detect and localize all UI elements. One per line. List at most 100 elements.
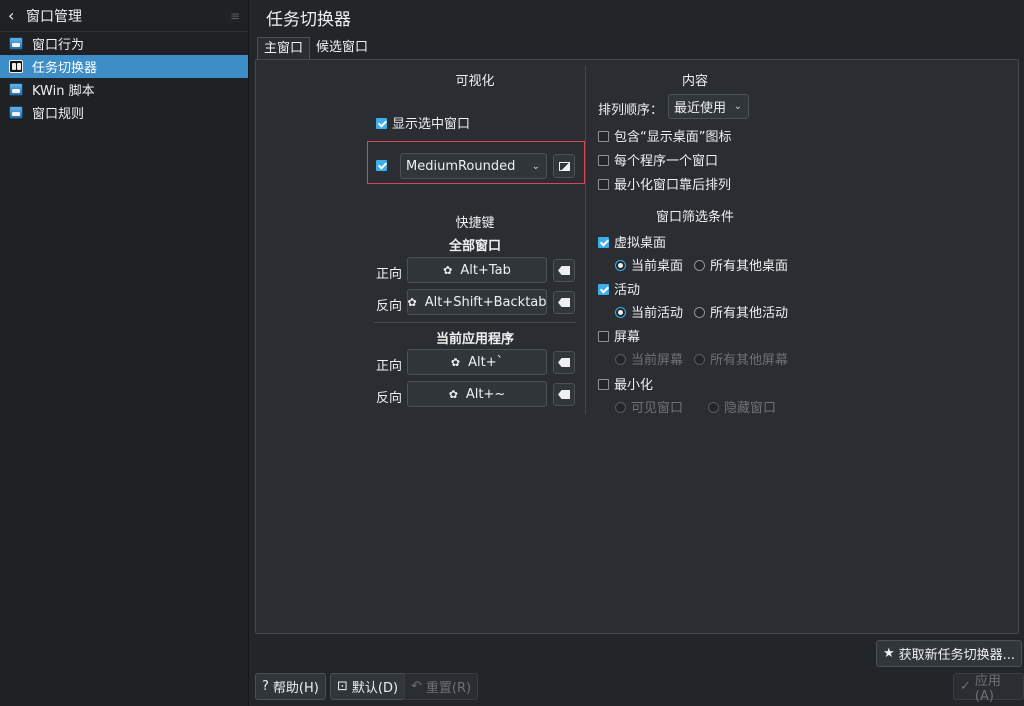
apply-button[interactable]: ✓ 应用(A) — [953, 673, 1024, 704]
button-label: 默认(D) — [351, 681, 399, 696]
checkbox-label: 每个程序一个窗口 — [614, 154, 719, 169]
clear-all-reverse-button[interactable] — [553, 291, 575, 314]
task-switcher-icon — [9, 60, 23, 73]
tab-alternative[interactable]: 候选窗口 — [310, 37, 374, 59]
clear-shortcut-icon — [558, 266, 570, 275]
current-activity-radio[interactable]: 当前活动 — [615, 302, 683, 321]
sort-order-label: 排列顺序： — [598, 103, 664, 118]
tab-bar: 主窗口 候选窗口 — [257, 37, 374, 59]
other-desktops-radio[interactable]: 所有其他桌面 — [694, 255, 788, 274]
tab-main-window[interactable]: 主窗口 — [257, 37, 311, 59]
screen-checkbox[interactable]: 屏幕 — [598, 326, 640, 345]
gear-icon: ✿ — [448, 387, 458, 401]
checkbox-label: 包含“显示桌面”图标 — [614, 130, 732, 145]
checkbox-label: 屏幕 — [614, 330, 641, 345]
clear-shortcut-icon — [558, 358, 570, 367]
button-label: 应用(A) — [974, 673, 1001, 704]
window-rules-icon — [9, 106, 23, 119]
hidden-windows-radio[interactable]: 隐藏窗口 — [708, 397, 776, 416]
radio-unselected-icon — [694, 260, 705, 271]
minimized-last-checkbox[interactable]: 最小化窗口靠后排列 — [598, 174, 731, 193]
radio-unselected-icon — [694, 354, 705, 365]
button-label: 帮助(H) — [272, 681, 319, 696]
clear-app-forward-button[interactable] — [553, 351, 575, 374]
page-title: 任务切换器 — [266, 10, 351, 30]
check-icon: ✓ — [960, 679, 971, 694]
help-button[interactable]: ? 帮助(H) — [255, 673, 326, 700]
checkbox-checked-icon — [598, 284, 609, 295]
radio-unselected-icon — [615, 402, 626, 413]
shortcut-label: 正向 — [376, 359, 403, 374]
radio-label: 当前活动 — [631, 306, 684, 321]
kwin-scripts-icon — [9, 83, 23, 96]
sidebar: ‹ 窗口管理 ≡ 窗口行为 任务切换器 KWin 脚本 窗口规则 — [0, 0, 249, 706]
all-forward-shortcut-button[interactable]: ✿ Alt+Tab — [407, 257, 547, 283]
sidebar-item-window-rules[interactable]: 窗口规则 — [0, 101, 248, 124]
radio-label: 所有其他活动 — [710, 306, 789, 321]
checkbox-label: 最小化窗口靠后排列 — [614, 178, 732, 193]
other-screens-radio[interactable]: 所有其他屏幕 — [694, 349, 788, 368]
column-divider — [585, 66, 586, 414]
visible-windows-radio[interactable]: 可见窗口 — [615, 397, 683, 416]
shortcut-divider — [374, 322, 576, 323]
handle-icon[interactable]: ≡ — [230, 9, 240, 23]
include-desktop-checkbox[interactable]: 包含“显示桌面”图标 — [598, 126, 731, 145]
sidebar-item-task-switcher[interactable]: 任务切换器 — [0, 55, 248, 78]
checkbox-unchecked-icon — [598, 379, 609, 390]
checkbox-checked-icon — [598, 237, 609, 248]
minimized-checkbox[interactable]: 最小化 — [598, 374, 653, 393]
theme-select[interactable]: MediumRounded ⌄ — [400, 153, 547, 179]
clear-app-reverse-button[interactable] — [553, 383, 575, 406]
checkbox-checked-icon — [376, 160, 387, 171]
shortcut-value: Alt+Tab — [460, 262, 511, 278]
radio-unselected-icon — [615, 354, 626, 365]
other-activities-radio[interactable]: 所有其他活动 — [694, 302, 788, 321]
help-icon: ? — [262, 679, 269, 694]
current-desktop-radio[interactable]: 当前桌面 — [615, 255, 683, 274]
chevron-down-icon: ⌄ — [733, 101, 742, 112]
theme-preview-button[interactable] — [553, 154, 575, 178]
sidebar-item-label: KWin 脚本 — [32, 84, 95, 99]
radio-unselected-icon — [708, 402, 719, 413]
virtual-desktop-checkbox[interactable]: 虚拟桌面 — [598, 232, 666, 251]
all-reverse-shortcut-button[interactable]: ✿ Alt+Shift+Backtab — [407, 289, 547, 315]
sidebar-item-label: 窗口行为 — [32, 38, 85, 53]
defaults-button[interactable]: ⊡ 默认(D) — [330, 673, 406, 700]
radio-unselected-icon — [694, 307, 705, 318]
radio-label: 所有其他屏幕 — [710, 353, 789, 368]
radio-label: 当前桌面 — [631, 259, 684, 274]
sidebar-item-label: 任务切换器 — [32, 61, 98, 76]
chevron-down-icon: ⌄ — [531, 160, 540, 172]
image-icon — [558, 161, 570, 171]
sort-order-select[interactable]: 最近使用 ⌄ — [668, 94, 749, 119]
reset-button[interactable]: ↶ 重置(R) — [404, 673, 479, 700]
get-new-switchers-button[interactable]: ★ 获取新任务切换器... — [876, 640, 1023, 667]
current-screen-radio[interactable]: 当前屏幕 — [615, 349, 683, 368]
radio-label: 可见窗口 — [631, 401, 684, 416]
radio-label: 所有其他桌面 — [710, 259, 789, 274]
visualization-heading: 可视化 — [455, 74, 495, 89]
sidebar-item-kwin-scripts[interactable]: KWin 脚本 — [0, 78, 248, 101]
shortcut-value: Alt+Shift+Backtab — [424, 294, 547, 310]
current-app-heading: 当前应用程序 — [435, 332, 514, 347]
sidebar-item-window-behavior[interactable]: 窗口行为 — [0, 32, 248, 55]
shortcut-label: 正向 — [376, 267, 403, 282]
shortcut-label: 反向 — [376, 299, 403, 314]
checkbox-label: 活动 — [614, 283, 641, 298]
filter-heading: 窗口筛选条件 — [655, 210, 734, 225]
show-selected-window-checkbox[interactable]: 显示选中窗口 — [376, 113, 470, 132]
chevron-left-icon: ‹ — [8, 6, 15, 25]
sidebar-item-label: 窗口规则 — [32, 107, 85, 122]
radio-label: 隐藏窗口 — [724, 401, 777, 416]
checkbox-unchecked-icon — [598, 331, 609, 342]
undo-icon: ↶ — [411, 679, 422, 694]
theme-enable-checkbox[interactable] — [376, 159, 392, 174]
app-reverse-shortcut-button[interactable]: ✿ Alt+~ — [407, 381, 547, 407]
app-forward-shortcut-button[interactable]: ✿ Alt+` — [407, 349, 547, 375]
clear-shortcut-icon — [558, 390, 570, 399]
window-behavior-icon — [9, 37, 23, 50]
activity-checkbox[interactable]: 活动 — [598, 279, 640, 298]
clear-all-forward-button[interactable] — [553, 259, 575, 282]
one-window-per-app-checkbox[interactable]: 每个程序一个窗口 — [598, 150, 718, 169]
sidebar-back[interactable]: ‹ 窗口管理 ≡ — [0, 0, 248, 32]
